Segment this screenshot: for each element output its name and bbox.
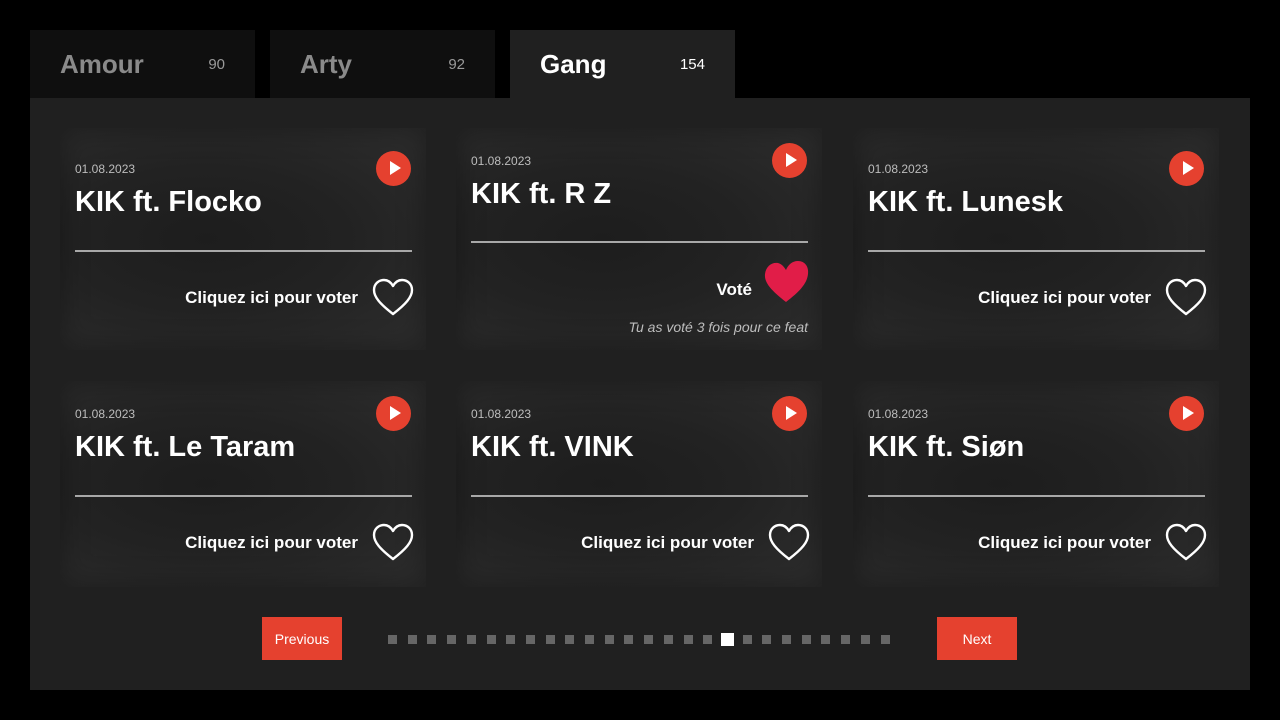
vote-label[interactable]: Cliquez ici pour voter <box>978 288 1151 308</box>
feat-card: 01.08.2023 KIK ft. Siøn Cliquez ici pour… <box>853 381 1219 587</box>
pagination-dot[interactable] <box>525 635 535 644</box>
play-icon[interactable] <box>772 143 807 178</box>
card-date: 01.08.2023 <box>471 154 532 168</box>
heart-outline-icon[interactable] <box>372 278 414 318</box>
pagination-dot[interactable] <box>624 635 634 644</box>
heart-outline-icon[interactable] <box>1165 278 1207 318</box>
card-date: 01.08.2023 <box>75 407 136 421</box>
tab-label: Gang <box>540 49 607 79</box>
heart-outline-icon[interactable] <box>372 523 414 563</box>
card-date: 01.08.2023 <box>868 162 929 176</box>
card-divider <box>471 241 808 243</box>
vote-label[interactable]: Cliquez ici pour voter <box>185 288 358 308</box>
tab-count: 154 <box>679 56 705 73</box>
pagination-dots <box>388 633 898 648</box>
tab-label: Arty <box>300 49 353 79</box>
tab-count: 90 <box>208 56 225 73</box>
card-divider <box>868 250 1205 252</box>
vote-label[interactable]: Cliquez ici pour voter <box>581 533 754 553</box>
tab-amour[interactable]: Amour 90 <box>30 30 255 98</box>
pagination-dot[interactable] <box>407 635 417 644</box>
feat-card: 01.08.2023 KIK ft. R Z Voté Tu as voté 3… <box>456 128 822 350</box>
heart-outline-icon[interactable] <box>1165 523 1207 563</box>
card-divider <box>471 495 808 497</box>
pagination-dot[interactable] <box>644 635 654 644</box>
card-title: KIK ft. VINK <box>471 431 634 463</box>
pagination-dot[interactable] <box>585 635 594 644</box>
play-icon[interactable] <box>376 151 411 186</box>
tab-label: Amour <box>60 49 144 79</box>
pagination-dot[interactable] <box>762 635 772 644</box>
tab-count: 92 <box>448 56 465 73</box>
pagination-dot[interactable] <box>427 635 437 644</box>
play-icon[interactable] <box>772 396 807 431</box>
card-title: KIK ft. Siøn <box>868 431 1025 463</box>
pagination-dot[interactable] <box>880 635 890 644</box>
play-icon[interactable] <box>1169 396 1204 431</box>
card-divider <box>75 495 412 497</box>
feat-card: 01.08.2023 KIK ft. VINK Cliquez ici pour… <box>456 381 822 587</box>
pagination-dot[interactable] <box>742 635 752 644</box>
play-icon[interactable] <box>1169 151 1204 186</box>
pagination-dot[interactable] <box>683 635 693 644</box>
feat-card: 01.08.2023 KIK ft. Lunesk Cliquez ici po… <box>853 128 1219 350</box>
pagination-dot[interactable] <box>486 635 496 644</box>
card-title: KIK ft. Lunesk <box>868 186 1063 218</box>
pagination-dot[interactable] <box>506 635 516 644</box>
previous-button[interactable]: Previous <box>262 617 342 660</box>
pagination-dot[interactable] <box>604 635 614 644</box>
play-icon[interactable] <box>376 396 411 431</box>
vote-label[interactable]: Cliquez ici pour voter <box>185 533 358 553</box>
pagination-dot[interactable] <box>703 635 713 644</box>
vote-label[interactable]: Cliquez ici pour voter <box>978 533 1151 553</box>
pagination-dot[interactable] <box>447 635 457 644</box>
feat-card: 01.08.2023 KIK ft. Le Taram Cliquez ici … <box>60 381 426 587</box>
pagination-dot[interactable] <box>821 635 831 644</box>
card-title: KIK ft. R Z <box>471 178 612 210</box>
pagination-dot[interactable] <box>388 635 397 644</box>
pagination-dot[interactable] <box>782 635 791 644</box>
cards-panel: 01.08.2023 KIK ft. Flocko Cliquez ici po… <box>30 98 1250 690</box>
heart-filled-icon[interactable] <box>762 260 810 304</box>
pagination-dot[interactable] <box>466 635 476 644</box>
vote-count-note: Tu as voté 3 fois pour ce feat <box>628 319 808 335</box>
pagination-dot[interactable] <box>565 635 575 644</box>
vote-label: Voté <box>716 280 752 299</box>
feat-card: 01.08.2023 KIK ft. Flocko Cliquez ici po… <box>60 128 426 350</box>
card-divider <box>868 495 1205 497</box>
pagination-dot[interactable] <box>545 635 555 644</box>
card-title: KIK ft. Flocko <box>75 186 262 218</box>
tab-gang[interactable]: Gang 154 <box>510 30 735 100</box>
pagination-dot[interactable] <box>841 635 851 644</box>
card-title: KIK ft. Le Taram <box>75 431 296 463</box>
tab-arty[interactable]: Arty 92 <box>270 30 495 98</box>
next-button[interactable]: Next <box>937 617 1017 660</box>
pagination-dot[interactable] <box>860 635 870 644</box>
heart-outline-icon[interactable] <box>768 523 810 563</box>
pagination-dot-active[interactable] <box>720 633 734 646</box>
pagination-dot[interactable] <box>801 635 811 644</box>
pagination-dot[interactable] <box>663 635 673 644</box>
card-date: 01.08.2023 <box>868 407 929 421</box>
card-divider <box>75 250 412 252</box>
card-date: 01.08.2023 <box>75 162 136 176</box>
card-date: 01.08.2023 <box>471 407 532 421</box>
